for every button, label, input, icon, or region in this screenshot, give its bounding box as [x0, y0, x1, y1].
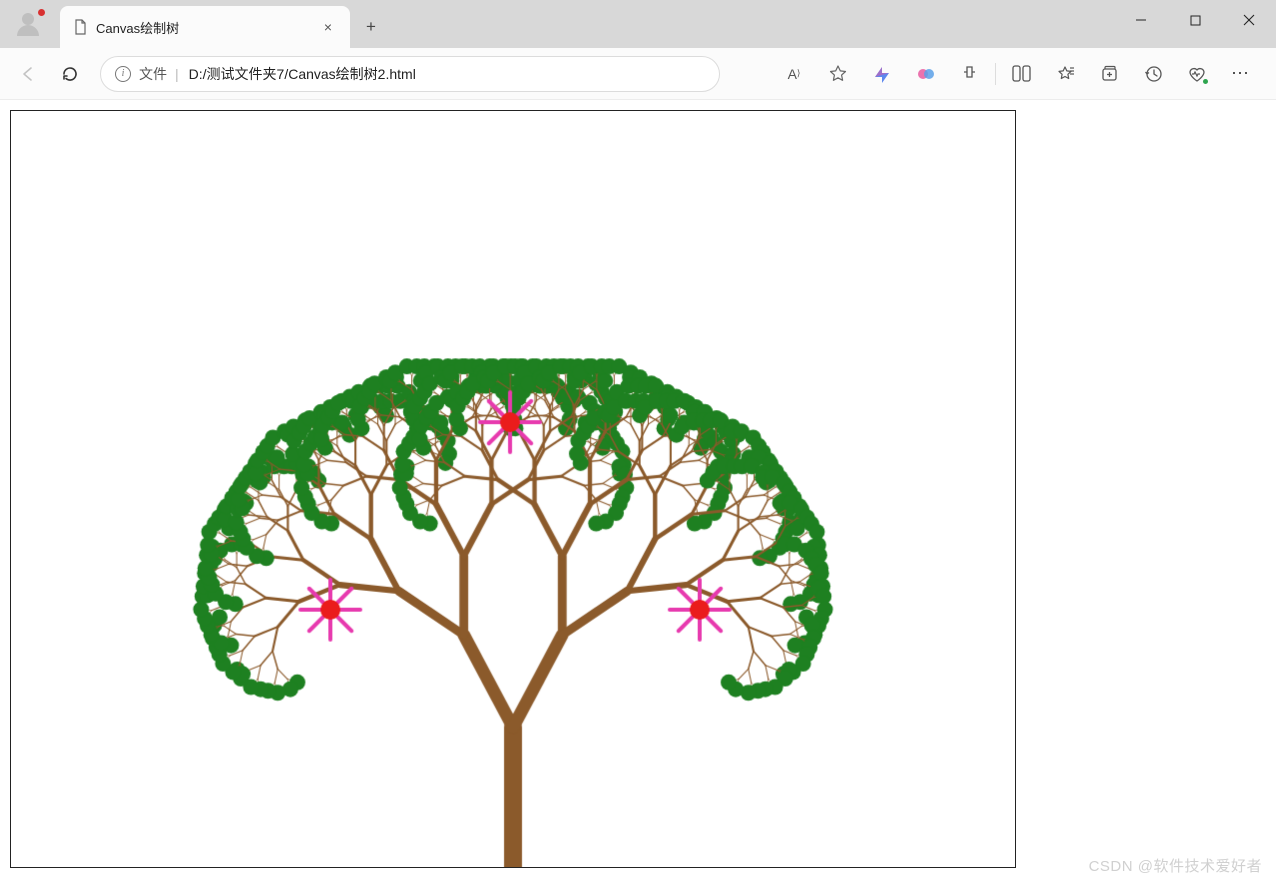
back-button[interactable]	[8, 54, 48, 94]
profile-button[interactable]	[0, 0, 56, 48]
favorite-button[interactable]	[817, 54, 859, 94]
window-title-bar: Canvas绘制树 × +	[0, 0, 1276, 48]
new-tab-button[interactable]: +	[350, 6, 392, 48]
split-icon	[1012, 65, 1031, 82]
tab-title: Canvas绘制树	[96, 18, 312, 37]
read-aloud-button[interactable]: A⟩	[773, 54, 815, 94]
maximize-button[interactable]	[1168, 0, 1222, 40]
collections-icon	[1100, 64, 1119, 83]
toolbar-separator	[995, 63, 996, 85]
site-info-icon[interactable]: i	[115, 66, 131, 82]
refresh-icon	[61, 65, 79, 83]
star-plus-icon	[1055, 64, 1075, 84]
page-content	[0, 100, 1276, 883]
close-button[interactable]	[1222, 0, 1276, 40]
copilot-icon	[871, 63, 893, 85]
history-icon	[1144, 64, 1163, 83]
document-icon	[72, 19, 88, 35]
brain-icon	[916, 64, 936, 84]
maximize-icon	[1190, 15, 1201, 26]
watermark: CSDN @软件技术爱好者	[1089, 855, 1262, 876]
copilot-button[interactable]	[861, 54, 903, 94]
url-scheme-label: 文件	[139, 64, 167, 84]
extensions-button[interactable]	[949, 54, 991, 94]
history-button[interactable]	[1132, 54, 1174, 94]
window-controls	[1114, 0, 1276, 40]
refresh-button[interactable]	[50, 54, 90, 94]
performance-button[interactable]	[1176, 54, 1218, 94]
address-bar[interactable]: i 文件 | D:/测试文件夹7/Canvas绘制树2.html	[100, 56, 720, 92]
tab-close-button[interactable]: ×	[320, 19, 336, 35]
star-icon	[828, 64, 848, 84]
favorites-list-button[interactable]	[1044, 54, 1086, 94]
tree-canvas	[10, 110, 1016, 868]
more-button[interactable]: ⋯	[1220, 54, 1262, 94]
close-icon	[1243, 14, 1255, 26]
url-path: D:/测试文件夹7/Canvas绘制树2.html	[189, 64, 416, 84]
split-screen-button[interactable]	[1000, 54, 1042, 94]
browser-tab[interactable]: Canvas绘制树 ×	[60, 6, 350, 48]
ai-button[interactable]	[905, 54, 947, 94]
arrow-left-icon	[19, 65, 37, 83]
address-bar-row: i 文件 | D:/测试文件夹7/Canvas绘制树2.html A⟩	[0, 48, 1276, 100]
profile-icon	[15, 11, 41, 37]
minimize-icon	[1135, 14, 1147, 26]
minimize-button[interactable]	[1114, 0, 1168, 40]
url-separator: |	[175, 66, 179, 82]
puzzle-icon	[961, 64, 980, 83]
collections-button[interactable]	[1088, 54, 1130, 94]
